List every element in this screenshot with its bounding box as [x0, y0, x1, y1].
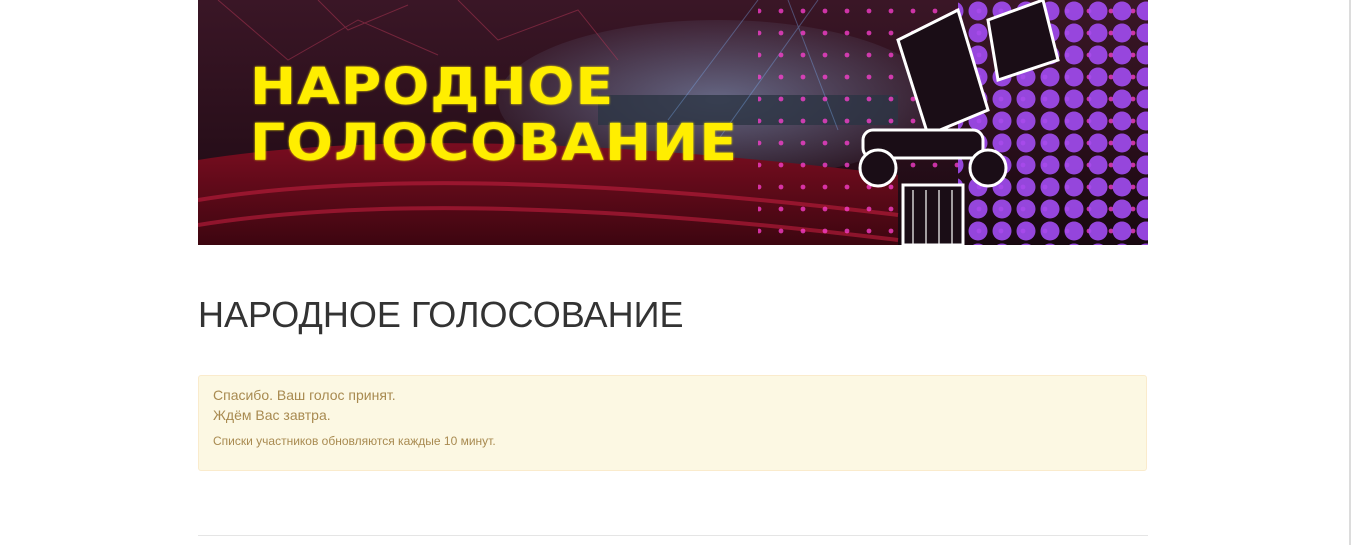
page-title: НАРОДНОЕ ГОЛОСОВАНИЕ	[198, 294, 684, 335]
alert-update-note: Списки участников обновляются каждые 10 …	[213, 434, 496, 448]
vote-confirmation-alert: Спасибо. Ваш голос принят. Ждём Вас завт…	[198, 375, 1147, 471]
alert-come-back-text: Ждём Вас завтра.	[213, 407, 331, 423]
main-container: НАРОДНОЕ ГОЛОСОВАНИЕ НАРОДНОЕ ГОЛОСОВАНИ…	[198, 0, 1149, 536]
banner-headline: НАРОДНОЕ ГОЛОСОВАНИЕ	[250, 60, 738, 172]
banner-headline-line2: ГОЛОСОВАНИЕ	[250, 114, 739, 173]
voting-banner: НАРОДНОЕ ГОЛОСОВАНИЕ	[198, 0, 1148, 245]
section-divider	[198, 535, 1148, 536]
banner-headline-line1: НАРОДНОЕ	[250, 58, 615, 117]
alert-thanks-text: Спасибо. Ваш голос принят.	[213, 387, 396, 403]
page: НАРОДНОЕ ГОЛОСОВАНИЕ НАРОДНОЕ ГОЛОСОВАНИ…	[0, 0, 1351, 545]
